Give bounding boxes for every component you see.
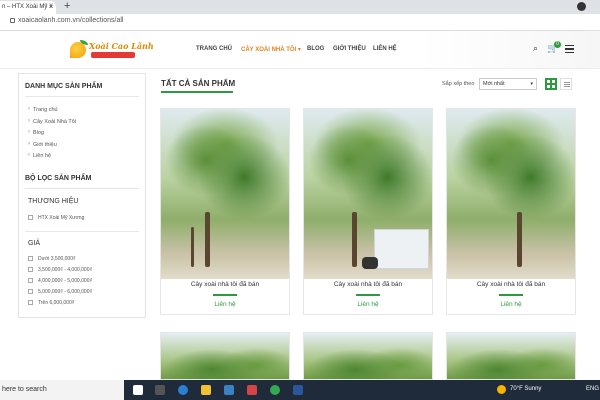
nav-home[interactable]: TRANG CHỦ — [196, 46, 232, 52]
profile-icon[interactable] — [577, 2, 586, 11]
product-image[interactable] — [304, 109, 432, 279]
product-card[interactable]: Cây xoài nhà tôi đã bán Liên hệ — [303, 108, 433, 315]
site-logo[interactable]: Xoài Cao Lãnh — [70, 40, 154, 62]
sidebar: DANH MỤC SẢN PHẨM Trang chủ Cây Xoài Nhà… — [18, 73, 146, 318]
brand-label[interactable]: HTX Xoài Mỹ Xương — [38, 215, 84, 221]
category-blog[interactable]: Blog — [28, 129, 44, 136]
logo-ribbon — [91, 52, 135, 58]
divider — [25, 231, 139, 232]
hamburger-menu-icon[interactable] — [565, 45, 574, 53]
widgets-icon[interactable] — [155, 385, 165, 395]
price-label[interactable]: Dưới 3,500,000₫ — [38, 256, 76, 262]
price-checkbox[interactable] — [28, 256, 33, 261]
brand-title: THƯƠNG HIỆU — [28, 198, 79, 205]
contact-link[interactable]: Liên hệ — [161, 301, 289, 308]
divider — [499, 294, 523, 296]
chevron-down-icon: ▾ — [530, 81, 533, 87]
sort-value: Mới nhất — [483, 81, 505, 87]
price-title: GIÁ — [28, 240, 41, 247]
category-contact[interactable]: Liên hệ — [28, 152, 51, 159]
nav-about[interactable]: GIỚI THIỆU — [333, 46, 366, 52]
store-icon[interactable] — [224, 385, 234, 395]
title-underline — [161, 91, 233, 93]
product-image[interactable] — [446, 332, 576, 380]
category-mango-trees[interactable]: Cây Xoài Nhà Tôi — [28, 118, 76, 125]
site-header: Xoài Cao Lãnh TRANG CHỦ CÂY XOÀI NHÀ TÔI… — [0, 31, 600, 69]
product-image[interactable] — [303, 332, 433, 380]
contact-link[interactable]: Liên hệ — [447, 301, 575, 308]
product-card[interactable]: Cây xoài nhà tôi đã bán Liên hệ — [160, 108, 290, 315]
edge-icon[interactable] — [178, 385, 188, 395]
tab-close-icon[interactable]: × — [49, 2, 53, 14]
word-icon[interactable] — [293, 385, 303, 395]
price-label[interactable]: Trên 6,000,000₫ — [38, 300, 74, 306]
cart-count-badge: 0 — [554, 41, 561, 48]
product-name[interactable]: Cây xoài nhà tôi đã bán — [447, 281, 575, 288]
product-image[interactable] — [161, 109, 289, 279]
address-bar[interactable]: xoaicaolanh.com.vn/collections/all — [0, 14, 600, 31]
price-checkbox[interactable] — [28, 300, 33, 305]
divider — [356, 294, 380, 296]
contact-link[interactable]: Liên hệ — [304, 301, 432, 308]
product-name[interactable]: Cây xoài nhà tôi đã bán — [161, 281, 289, 288]
brand-checkbox[interactable] — [28, 215, 33, 220]
nav-mango-trees[interactable]: CÂY XOÀI NHÀ TÔI ▾ — [241, 46, 301, 53]
price-label[interactable]: 4,000,000₫ - 5,000,000₫ — [38, 278, 92, 284]
price-label[interactable]: 3,500,000₫ - 4,000,000₫ — [38, 267, 92, 273]
nav-contact[interactable]: LIÊN HỆ — [373, 46, 397, 52]
price-label[interactable]: 5,000,000₫ - 6,000,000₫ — [38, 289, 92, 295]
divider — [25, 96, 139, 97]
price-checkbox[interactable] — [28, 289, 33, 294]
product-image[interactable] — [447, 109, 575, 279]
product-card[interactable]: Cây xoài nhà tôi đã bán Liên hệ — [446, 108, 576, 315]
list-view-icon[interactable] — [560, 78, 572, 90]
file-explorer-icon[interactable] — [201, 385, 211, 395]
browser-tab-bar: n – HTX Xoài Mỹ X × + — [0, 0, 600, 14]
divider — [25, 188, 139, 189]
sort-select[interactable]: Mới nhất ▾ — [479, 78, 537, 90]
weather-sun-icon — [497, 385, 506, 394]
nav-blog[interactable]: BLOG — [307, 46, 324, 52]
url-text[interactable]: xoaicaolanh.com.vn/collections/all — [10, 17, 123, 24]
price-checkbox[interactable] — [28, 267, 33, 272]
browser-tab[interactable]: n – HTX Xoài Mỹ X × — [0, 1, 56, 14]
price-checkbox[interactable] — [28, 278, 33, 283]
app-icon[interactable] — [247, 385, 257, 395]
windows-taskbar: here to search 70°F Sunny ENG — [0, 380, 600, 400]
language-indicator[interactable]: ENG — [586, 386, 599, 392]
new-tab-icon[interactable]: + — [64, 0, 70, 13]
sort-label: Sắp xếp theo — [442, 81, 475, 87]
filter-title: BỘ LỌC SẢN PHẨM — [25, 175, 92, 182]
weather-text[interactable]: 70°F Sunny — [510, 386, 541, 392]
tab-title: n – HTX Xoài Mỹ X — [2, 4, 54, 10]
logo-text: Xoài Cao Lãnh — [89, 41, 154, 51]
category-home[interactable]: Trang chủ — [28, 106, 57, 113]
task-view-icon[interactable] — [133, 385, 143, 395]
divider — [213, 294, 237, 296]
page-title: TẤT CẢ SẢN PHẨM — [161, 79, 236, 88]
grid-view-icon[interactable] — [545, 78, 557, 90]
categories-title: DANH MỤC SẢN PHẨM — [25, 83, 103, 90]
taskbar-search-text: here to search — [2, 386, 47, 393]
product-image[interactable] — [160, 332, 290, 380]
category-about[interactable]: Giới thiệu — [28, 141, 57, 148]
search-icon[interactable]: ⌕ — [533, 43, 538, 54]
product-name[interactable]: Cây xoài nhà tôi đã bán — [304, 281, 432, 288]
chrome-icon[interactable] — [270, 385, 280, 395]
taskbar-search[interactable]: here to search — [0, 380, 124, 400]
lock-icon — [10, 17, 15, 23]
